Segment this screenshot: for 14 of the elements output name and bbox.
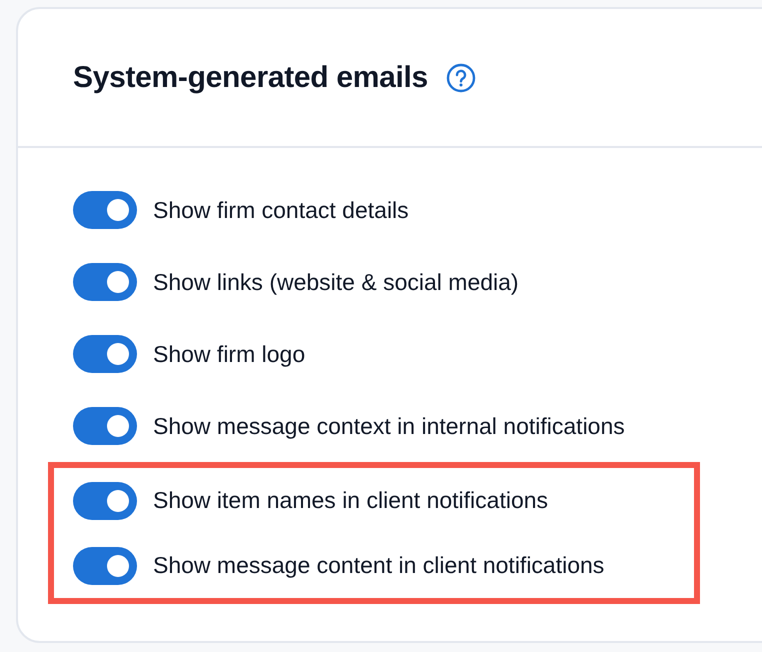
toggle-label: Show links (website & social media) [153,268,519,296]
toggle-label: Show firm contact details [153,196,409,224]
toggle-label: Show message context in internal notifications [153,412,625,440]
toggle-switch[interactable] [73,191,137,229]
toggle-switch[interactable] [73,546,137,584]
card-title: System-generated emails [73,60,428,94]
toggle-label: Show firm logo [153,340,306,368]
toggle-switch[interactable] [73,335,137,373]
toggle-label: Show message content in client notifications [153,552,604,579]
toggle-switch[interactable] [73,263,137,301]
help-icon[interactable] [446,62,476,92]
toggle-label: Show item names in client notifications [153,487,548,514]
toggle-switch[interactable] [73,407,137,445]
toggle-switch[interactable] [73,482,137,520]
